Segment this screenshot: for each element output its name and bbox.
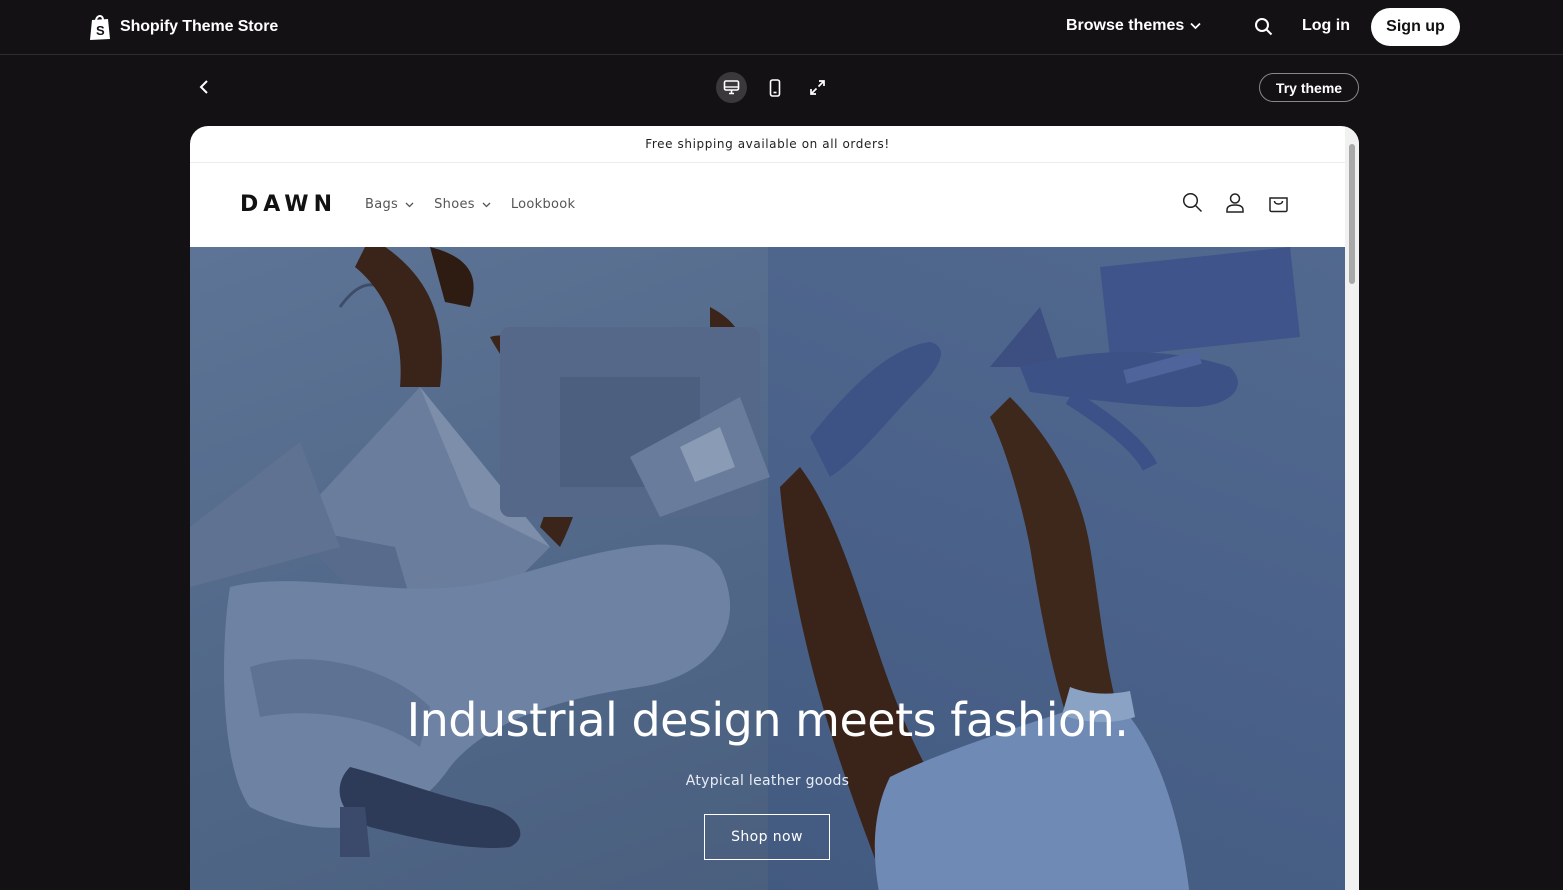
fullscreen-icon <box>810 80 825 95</box>
search-icon <box>1182 192 1203 213</box>
store-header: DAWN Bags Shoes Lookbook <box>190 164 1345 247</box>
mobile-icon <box>769 78 780 97</box>
scrollbar-thumb[interactable] <box>1349 144 1355 284</box>
cart-icon <box>1269 197 1288 213</box>
store-logo[interactable]: DAWN <box>240 192 337 217</box>
hero-photo-illustration <box>190 247 1300 890</box>
search-button[interactable] <box>1254 17 1273 41</box>
theme-preview-frame: Free shipping available on all orders! D… <box>190 126 1359 890</box>
chevron-down-icon <box>1190 22 1201 30</box>
announcement-bar: Free shipping available on all orders! <box>190 126 1345 163</box>
search-icon <box>1255 18 1273 36</box>
try-theme-button[interactable]: Try theme <box>1259 73 1359 102</box>
chevron-down-icon <box>482 202 491 207</box>
chevron-down-icon <box>405 202 414 207</box>
shopify-brand[interactable]: S Shopify Theme Store <box>88 13 278 41</box>
store-nav: Bags Shoes Lookbook <box>365 197 575 212</box>
brand-name: Shopify Theme Store <box>120 18 279 35</box>
browse-themes-menu[interactable]: Browse themes <box>1066 17 1201 35</box>
hero-heading: Industrial design meets fashion. <box>406 693 1129 747</box>
signup-button[interactable]: Sign up <box>1371 8 1460 46</box>
svg-text:S: S <box>96 23 105 38</box>
store-search-button[interactable] <box>1182 192 1203 218</box>
theme-store-header: S Shopify Theme Store Browse themes Log … <box>0 0 1563 55</box>
nav-item-lookbook[interactable]: Lookbook <box>511 197 576 212</box>
hero-subheading: Atypical leather goods <box>685 773 850 789</box>
nav-item-label: Lookbook <box>510 197 576 212</box>
hero-banner: Industrial design meets fashion. Atypica… <box>190 247 1345 890</box>
account-button[interactable] <box>1225 192 1245 218</box>
preview-scrollbar[interactable] <box>1345 126 1359 890</box>
desktop-view-button[interactable] <box>716 72 747 103</box>
browse-themes-label: Browse themes <box>1066 17 1185 34</box>
mobile-view-button[interactable] <box>759 72 790 103</box>
nav-item-shoes[interactable]: Shoes <box>434 197 491 212</box>
nav-item-bags[interactable]: Bags <box>365 197 414 212</box>
nav-item-label: Shoes <box>434 197 475 212</box>
back-button[interactable] <box>197 78 213 101</box>
desktop-icon <box>723 80 740 95</box>
cart-button[interactable] <box>1268 192 1289 218</box>
account-icon <box>1226 193 1244 213</box>
fullscreen-button[interactable] <box>802 72 833 103</box>
shopify-bag-icon: S <box>90 15 110 40</box>
chevron-left-icon <box>199 80 208 94</box>
shop-now-button[interactable]: Shop now <box>704 814 830 860</box>
nav-item-label: Bags <box>365 197 399 212</box>
login-link[interactable]: Log in <box>1302 17 1350 35</box>
